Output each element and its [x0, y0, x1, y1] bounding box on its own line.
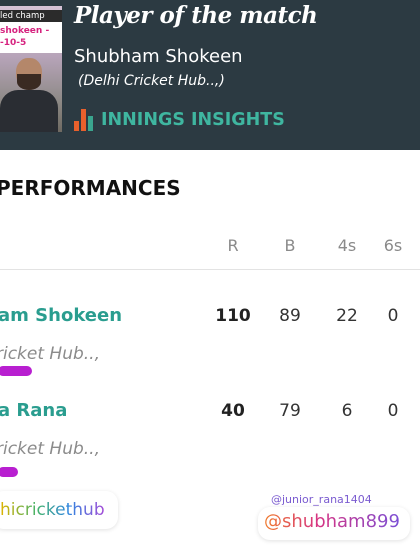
innings-insights-link[interactable]: INNINGS INSIGHTS — [74, 109, 285, 131]
row-balls: 89 — [279, 306, 301, 326]
player-name: Shubham Shokeen — [74, 46, 243, 67]
col-header-runs: R — [227, 236, 239, 255]
row-fours: 22 — [336, 306, 358, 326]
watermark-right-handle: @shubham899 — [264, 511, 400, 532]
photo-banner-line2: shokeen - — [0, 26, 50, 36]
header-title: Player of the match — [74, 2, 318, 29]
player-jacket — [0, 90, 58, 132]
row-player-club: ricket Hub.., — [0, 344, 100, 364]
header-divider — [0, 269, 420, 270]
performances-title: PERFORMANCES — [0, 176, 181, 200]
row-runs: 40 — [221, 401, 245, 421]
row-player-name[interactable]: a Rana — [0, 400, 67, 421]
watermark-left-handle: hicrickethub — [0, 500, 105, 520]
watermark-right-small-handle: @junior_rana1404 — [271, 493, 372, 506]
row-fours: 6 — [341, 401, 353, 421]
row-sixes: 0 — [387, 401, 399, 421]
row-runs: 110 — [215, 306, 251, 326]
col-header-balls: B — [284, 236, 296, 255]
player-club: (Delhi Cricket Hub..,) — [78, 73, 225, 89]
col-header-sixes: 6s — [383, 236, 403, 255]
row-balls: 79 — [279, 401, 301, 421]
photo-banner-line1: led champ — [0, 10, 62, 22]
row-player-name[interactable]: am Shokeen — [0, 305, 122, 326]
col-header-fours: 4s — [337, 236, 357, 255]
bar-chart-icon — [74, 109, 95, 131]
redaction-scribble — [0, 366, 32, 376]
player-beard — [17, 74, 41, 90]
row-sixes: 0 — [387, 306, 399, 326]
photo-banner-line3: -10-5 — [0, 38, 27, 48]
row-player-club: ricket Hub.., — [0, 439, 100, 459]
player-photo: led champ shokeen - -10-5 — [0, 6, 62, 132]
redaction-scribble — [0, 467, 18, 477]
innings-insights-label: INNINGS INSIGHTS — [101, 110, 285, 130]
match-header: led champ shokeen - -10-5 Player of the … — [0, 0, 420, 150]
